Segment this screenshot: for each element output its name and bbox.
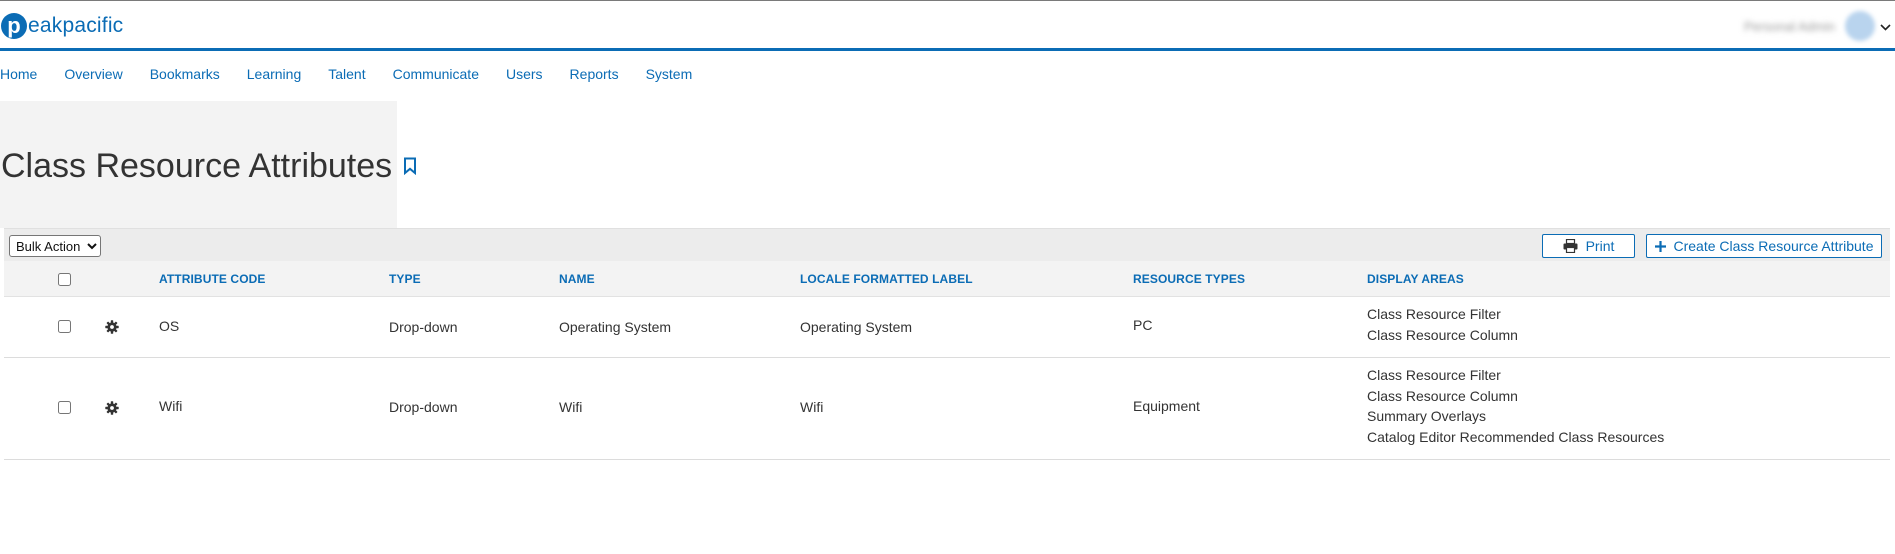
logo-text: eakpacific [28,14,124,37]
nav-users[interactable]: Users [506,66,543,86]
grid-toolbar: Bulk Action Print Create Class Resource … [4,228,1890,262]
user-caret-icon[interactable] [1875,19,1895,34]
print-label: Print [1585,238,1615,254]
nav-system[interactable]: System [646,66,693,86]
row-checkbox[interactable] [58,401,71,414]
col-attribute-code[interactable]: ATTRIBUTE CODE [159,272,266,286]
select-all-checkbox[interactable] [58,273,71,286]
table-row: Wifi Drop-down Wifi Wifi Equipment Class… [4,358,1890,460]
display-area: Class Resource Filter [1367,367,1501,383]
user-menu[interactable]: Personal Admin [1743,11,1895,41]
col-display-areas[interactable]: DISPLAY AREAS [1367,272,1464,286]
table-header: ATTRIBUTE CODE TYPE NAME LOCALE FORMATTE… [4,261,1890,297]
cell-resource-types: PC [1133,317,1153,333]
main-nav: Home Overview Bookmarks Learning Talent … [0,66,719,86]
cell-code: Wifi [159,398,183,414]
cell-display-areas: Class Resource Filter Class Resource Col… [1367,304,1518,345]
nav-home[interactable]: Home [0,66,37,86]
cell-display-areas: Class Resource Filter Class Resource Col… [1367,365,1664,447]
user-name: Personal Admin [1743,18,1835,34]
nav-communicate[interactable]: Communicate [393,66,479,86]
plus-icon [1654,240,1666,252]
cell-type: Drop-down [389,319,458,335]
bulk-action-select[interactable]: Bulk Action [9,235,101,257]
display-area: Catalog Editor Recommended Class Resourc… [1367,428,1665,445]
col-resource-types[interactable]: RESOURCE TYPES [1133,272,1245,286]
display-area: Summary Overlays [1367,408,1487,424]
logo-mark: p [1,13,27,39]
cell-label: Operating System [800,319,913,335]
gear-icon[interactable] [105,401,119,415]
app-header: p eakpacific Personal Admin [0,1,1895,51]
gear-icon[interactable] [105,320,119,334]
row-checkbox[interactable] [58,320,71,333]
print-icon [1563,239,1578,253]
attributes-grid: Bulk Action Print Create Class Resource … [4,228,1890,460]
nav-bookmarks[interactable]: Bookmarks [150,66,220,86]
nav-talent[interactable]: Talent [328,66,365,86]
col-name[interactable]: NAME [559,272,595,286]
nav-reports[interactable]: Reports [570,66,619,86]
nav-learning[interactable]: Learning [247,66,302,86]
create-attribute-button[interactable]: Create Class Resource Attribute [1646,234,1882,258]
display-area: Class Resource Column [1367,326,1518,343]
cell-label: Wifi [800,399,824,415]
page-title: Class Resource Attributes [1,147,393,185]
display-area: Class Resource Filter [1367,306,1501,322]
col-locale-label[interactable]: LOCALE FORMATTED LABEL [800,272,973,286]
display-area: Class Resource Column [1367,387,1518,404]
cell-name: Operating System [559,319,672,335]
nav-overview[interactable]: Overview [64,66,122,86]
cell-type: Drop-down [389,399,458,415]
print-button[interactable]: Print [1542,234,1635,258]
table-row: OS Drop-down Operating System Operating … [4,297,1890,358]
col-type[interactable]: TYPE [389,272,421,286]
create-label: Create Class Resource Attribute [1673,238,1874,254]
avatar[interactable] [1845,11,1875,41]
cell-code: OS [159,318,180,334]
cell-name: Wifi [559,399,583,415]
logo[interactable]: p eakpacific [1,11,123,41]
cell-resource-types: Equipment [1133,398,1200,414]
bookmark-icon[interactable] [403,157,417,176]
